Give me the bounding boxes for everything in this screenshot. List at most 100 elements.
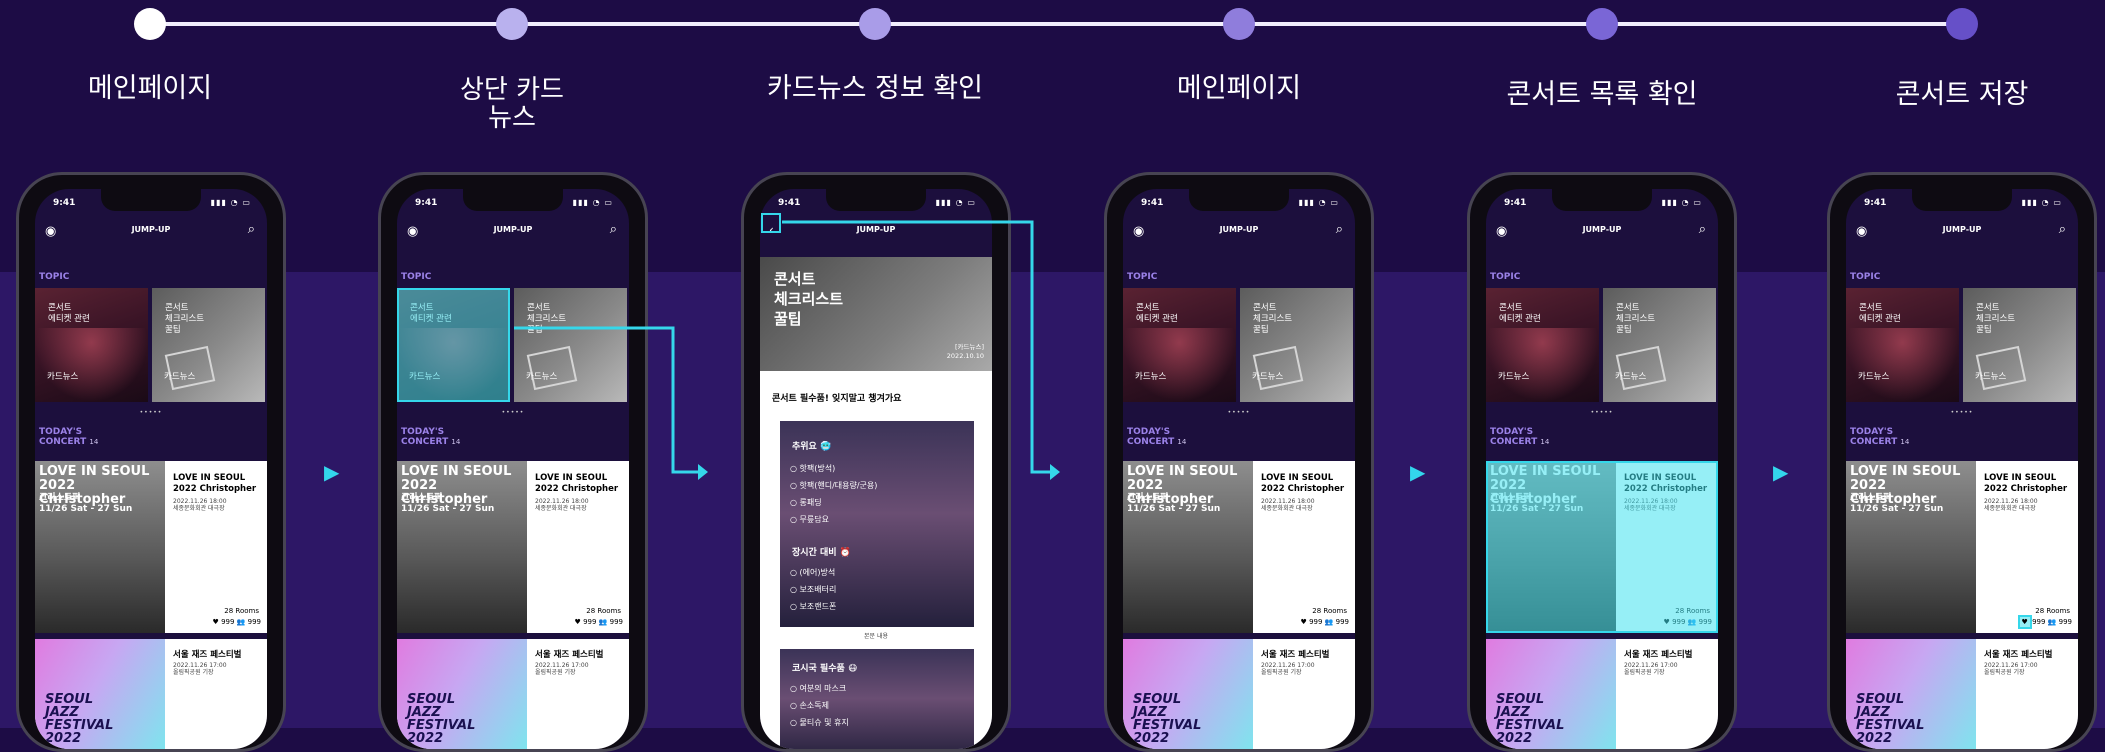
poster-text: SEOUL JAZZ FESTIVAL 2022 bbox=[45, 692, 114, 746]
today-concert-label: TODAY'S CONCERT 14 bbox=[1127, 427, 1186, 447]
topic-card-checklist[interactable]: 콘서트 체크리스트 꿀팁 카드뉴스 bbox=[1240, 288, 1353, 402]
app-bar: ◉ JUMP-UP ⌕ bbox=[397, 219, 629, 243]
concert-date: 2022.11.26 18:00 bbox=[1261, 498, 1315, 505]
topic-card-etiquette[interactable]: 콘서트 에티켓 관련 카드뉴스 bbox=[1486, 288, 1599, 402]
poster-text: SEOUL JAZZ FESTIVAL 2022 bbox=[407, 692, 476, 746]
checklist-title: 장시간 대비 ⏰ bbox=[792, 548, 851, 558]
timeline-line bbox=[150, 22, 1962, 26]
concert-info: 서울 재즈 페스티벌 2022.11.26 17:00 올림픽공원 기장 bbox=[1624, 648, 1716, 676]
concert-card-love-in-seoul[interactable]: LOVE IN SEOUL 2022 Christopher 크리스토퍼 11/… bbox=[1846, 461, 2078, 633]
concert-card-jazz-festival[interactable]: SEOUL JAZZ FESTIVAL 2022 서울 재즈 페스티벌 2022… bbox=[397, 639, 629, 749]
app-title: JUMP-UP bbox=[1582, 225, 1622, 234]
topic-card-checklist[interactable]: 콘서트 체크리스트 꿀팁 카드뉴스 bbox=[1603, 288, 1716, 402]
status-time: 9:41 bbox=[1864, 198, 1887, 208]
concert-card-jazz-festival[interactable]: SEOUL JAZZ FESTIVAL 2022 서울 재즈 페스티벌 2022… bbox=[1123, 639, 1355, 749]
likes-row: ♥ 999 👥 999 bbox=[575, 618, 623, 626]
poster-subtitle: 크리스토퍼 11/26 Sat - 27 Sun bbox=[401, 493, 495, 514]
concert-date: 2022.11.26 18:00 bbox=[1984, 498, 2038, 505]
carousel-dots[interactable]: ••••• bbox=[1486, 409, 1718, 416]
people-icon: 👥 bbox=[1324, 618, 1334, 626]
signal-battery-icon: ▮▮▮ ◔ ▭ bbox=[210, 198, 251, 207]
carousel-dots[interactable]: ••••• bbox=[1846, 409, 2078, 416]
concert-name: 서울 재즈 페스티벌 bbox=[535, 650, 604, 660]
likes-row: ♥ 999 👥 999 bbox=[1301, 618, 1349, 626]
concert-card-love-in-seoul[interactable]: LOVE IN SEOUL 2022 Christopher 크리스토퍼 11/… bbox=[35, 461, 267, 633]
phone-notch bbox=[463, 189, 563, 211]
connector-arrowhead bbox=[1050, 464, 1060, 480]
concert-venue: 세종문화회관 대극장 bbox=[535, 505, 587, 512]
topic-card-etiquette[interactable]: 콘서트 에티켓 관련 카드뉴스 bbox=[1846, 288, 1959, 402]
step-dot-2 bbox=[496, 8, 528, 40]
concert-card-jazz-festival[interactable]: SEOUL JAZZ FESTIVAL 2022 서울 재즈 페스티벌 2022… bbox=[1846, 639, 2078, 749]
topic-card-tag: 카드뉴스 bbox=[1498, 372, 1530, 382]
people-count: 999 bbox=[1335, 618, 1349, 626]
topic-card-tag: 카드뉴스 bbox=[1252, 372, 1284, 382]
app-bar: ◉ JUMP-UP ⌕ bbox=[35, 219, 267, 243]
phone-notch bbox=[101, 189, 201, 211]
concert-venue: 올림픽공원 기장 bbox=[1261, 669, 1302, 676]
rooms-count: 28 Rooms bbox=[2035, 607, 2070, 615]
tap-highlight-topic-card bbox=[397, 288, 510, 402]
phone-notch bbox=[826, 189, 926, 211]
topic-card-title: 콘서트 에티켓 관련 bbox=[48, 303, 90, 324]
step-label-4: 메인페이지 bbox=[1176, 73, 1302, 104]
heart-icon[interactable]: ♥ bbox=[213, 618, 219, 626]
topic-card-title: 콘서트 에티켓 관련 bbox=[1859, 303, 1901, 324]
concert-poster: LOVE IN SEOUL 2022 Christopher 크리스토퍼 11/… bbox=[1123, 461, 1253, 633]
step-dot-1 bbox=[134, 8, 166, 40]
topic-label: TOPIC bbox=[1850, 272, 1881, 282]
app-title: JUMP-UP bbox=[1219, 225, 1259, 234]
today-label-text: TODAY'S CONCERT bbox=[1850, 427, 1898, 447]
likes-count: 999 bbox=[1309, 618, 1323, 626]
flow-connector-1 bbox=[514, 326, 708, 480]
topic-card-etiquette[interactable]: 콘서트 에티켓 관련 카드뉴스 bbox=[35, 288, 148, 402]
rooms-count: 28 Rooms bbox=[224, 607, 259, 615]
poster-text: SEOUL JAZZ FESTIVAL 2022 bbox=[1856, 692, 1925, 746]
search-icon[interactable]: ⌕ bbox=[1699, 222, 1706, 237]
concert-date: 2022.11.26 17:00 bbox=[1261, 662, 1315, 669]
phone-notch bbox=[1189, 189, 1289, 211]
concert-name: LOVE IN SEOUL 2022 Christopher bbox=[1984, 473, 2068, 494]
search-icon[interactable]: ⌕ bbox=[610, 222, 617, 237]
topic-card-tag: 카드뉴스 bbox=[1858, 372, 1890, 382]
concert-name: 서울 재즈 페스티벌 bbox=[1261, 650, 1330, 660]
connector-line bbox=[514, 326, 698, 474]
concert-name: 서울 재즈 페스티벌 bbox=[1984, 650, 2053, 660]
search-icon[interactable]: ⌕ bbox=[248, 222, 255, 237]
concert-poster: SEOUL JAZZ FESTIVAL 2022 bbox=[1123, 639, 1253, 749]
carousel-dots[interactable]: ••••• bbox=[35, 409, 267, 416]
heart-icon[interactable]: ♥ bbox=[2017, 615, 2032, 629]
step-label-2: 상단 카드 뉴스 bbox=[460, 75, 564, 133]
concert-date: 2022.11.26 18:00 bbox=[173, 498, 227, 505]
topic-card-title: 콘서트 체크리스트 꿀팁 bbox=[1976, 303, 2016, 335]
heart-icon[interactable]: ♥ bbox=[1301, 618, 1307, 626]
concert-card-jazz-festival[interactable]: SEOUL JAZZ FESTIVAL 2022 서울 재즈 페스티벌 2022… bbox=[1486, 639, 1718, 749]
back-button-highlight bbox=[761, 213, 781, 233]
topic-card-checklist[interactable]: 콘서트 체크리스트 꿀팁 카드뉴스 bbox=[1963, 288, 2076, 402]
topic-card-checklist[interactable]: 콘서트 체크리스트 꿀팁 카드뉴스 bbox=[152, 288, 265, 402]
search-icon[interactable]: ⌕ bbox=[2059, 222, 2066, 237]
concert-venue: 올림픽공원 기장 bbox=[173, 669, 214, 676]
today-count: 14 bbox=[1177, 438, 1187, 446]
concert-card-love-in-seoul[interactable]: LOVE IN SEOUL 2022 Christopher 크리스토퍼 11/… bbox=[1123, 461, 1355, 633]
people-icon: 👥 bbox=[236, 618, 246, 626]
concert-card-love-in-seoul[interactable]: LOVE IN SEOUL 2022 Christopher 크리스토퍼 11/… bbox=[397, 461, 629, 633]
topic-card-etiquette[interactable]: 콘서트 에티켓 관련 카드뉴스 bbox=[1123, 288, 1236, 402]
checklist-title: 코시국 필수품 😷 bbox=[792, 664, 858, 674]
signal-battery-icon: ▮▮▮ ◔ ▭ bbox=[2021, 198, 2062, 207]
phone-screen: 9:41 ▮▮▮ ◔ ▭ ◉ JUMP-UP ⌕ TOPIC 콘서트 에티켓 관련… bbox=[1846, 189, 2078, 749]
status-time: 9:41 bbox=[53, 198, 76, 208]
concert-venue: 올림픽공원 기장 bbox=[1984, 669, 2025, 676]
checklist-item: 손소독제 bbox=[790, 700, 829, 711]
carousel-dots[interactable]: ••••• bbox=[1123, 409, 1355, 416]
concert-card-jazz-festival[interactable]: SEOUL JAZZ FESTIVAL 2022 서울 재즈 페스티벌 2022… bbox=[35, 639, 267, 749]
concert-date: 2022.11.26 17:00 bbox=[535, 662, 589, 669]
connector-line bbox=[782, 220, 1050, 474]
search-icon[interactable]: ⌕ bbox=[1336, 222, 1343, 237]
phone-main-4: 9:41 ▮▮▮ ◔ ▭ ◉ JUMP-UP ⌕ TOPIC 콘서트 에티켓 관련… bbox=[1104, 172, 1374, 752]
signal-battery-icon: ▮▮▮ ◔ ▭ bbox=[1661, 198, 1702, 207]
topic-label: TOPIC bbox=[39, 272, 70, 282]
flow-connector-2 bbox=[782, 220, 1060, 480]
heart-icon[interactable]: ♥ bbox=[575, 618, 581, 626]
signal-battery-icon: ▮▮▮ ◔ ▭ bbox=[1298, 198, 1339, 207]
